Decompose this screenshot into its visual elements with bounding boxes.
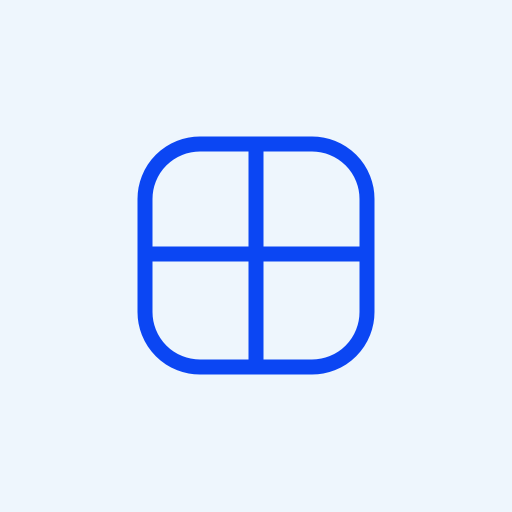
grid-layout-icon: [137, 136, 375, 375]
icon-canvas: [0, 0, 512, 512]
